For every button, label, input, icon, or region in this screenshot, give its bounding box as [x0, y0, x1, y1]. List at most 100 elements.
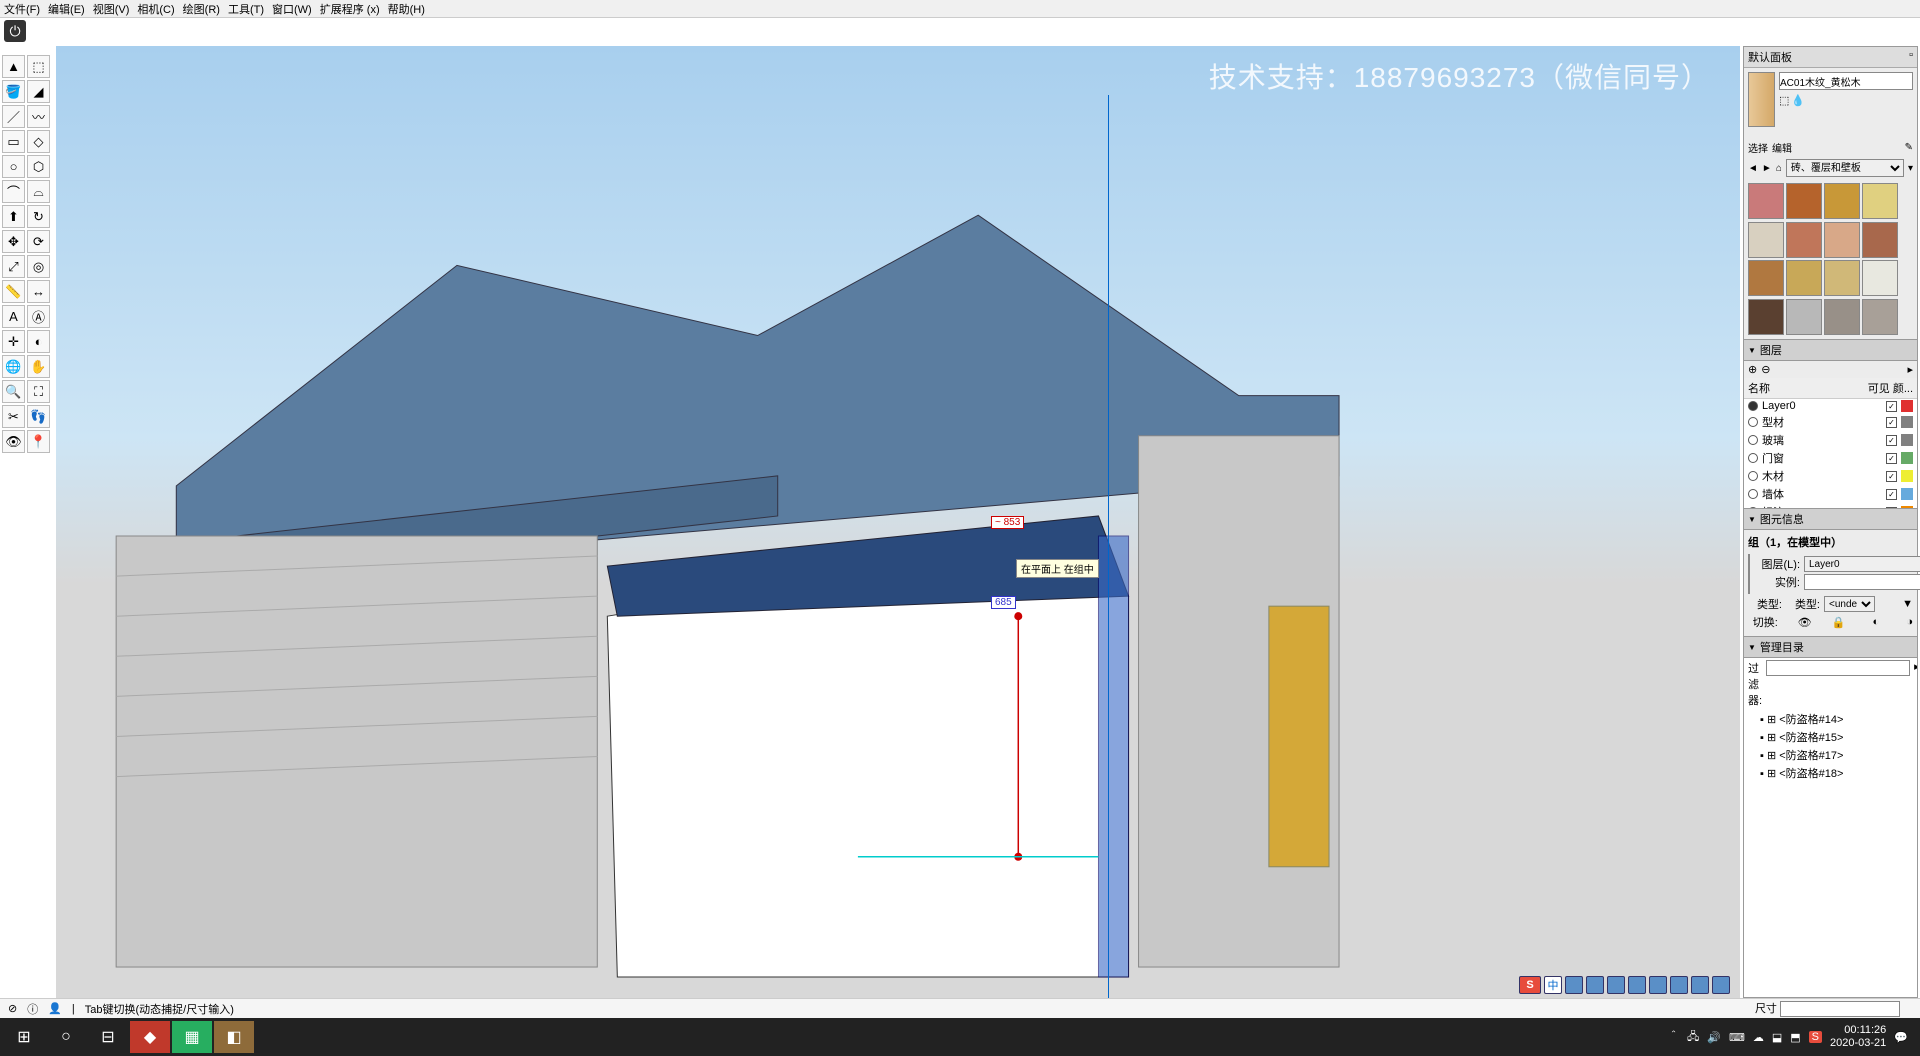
power-icon[interactable]: ⏻ [4, 20, 26, 42]
menu-ext[interactable]: 扩展程序 (x) [320, 1, 380, 17]
layer-visible[interactable]: ✓ [1886, 489, 1897, 500]
nav-back-icon[interactable]: ◄ [1748, 163, 1758, 174]
menu-window[interactable]: 窗口(W) [272, 1, 312, 17]
mat-create-icon[interactable]: ⬚ [1779, 94, 1789, 107]
mat-menu-icon[interactable]: ▾ [1908, 163, 1913, 174]
layer-visible[interactable]: ✓ [1886, 417, 1897, 428]
section-tool[interactable]: ✂ [2, 405, 25, 428]
notif-icon[interactable]: 💬 [1894, 1031, 1908, 1044]
tray-misc2[interactable]: ⬓ [1772, 1031, 1782, 1044]
outliner-filter[interactable] [1766, 660, 1910, 676]
follow-tool[interactable]: ↻ [27, 205, 50, 228]
material-swatch-0[interactable] [1748, 183, 1784, 219]
text3d-tool[interactable]: Ⓐ [27, 305, 50, 328]
move-tool[interactable]: ✥ [2, 230, 25, 253]
layer-row[interactable]: Layer0✓ [1744, 399, 1917, 413]
layer-color[interactable] [1901, 470, 1913, 482]
layer-row[interactable]: 型材✓ [1744, 413, 1917, 431]
clock[interactable]: 00:11:262020-03-21 [1830, 1024, 1886, 1050]
menu-draw[interactable]: 绘图(R) [183, 1, 220, 17]
dim-tool[interactable]: ↔ [27, 280, 50, 303]
layer-visible[interactable]: ✓ [1886, 453, 1897, 464]
material-swatch-13[interactable] [1786, 299, 1822, 335]
layer-radio[interactable] [1748, 489, 1758, 499]
rect-tool[interactable]: ▭ [2, 130, 25, 153]
info-icon[interactable]: ⓘ [27, 1001, 38, 1017]
app2-icon[interactable]: ▦ [172, 1021, 212, 1053]
vb5[interactable] [1628, 976, 1646, 994]
tray-misc3[interactable]: ⬒ [1790, 1031, 1800, 1044]
layer-radio[interactable] [1748, 401, 1758, 411]
eraser-tool[interactable]: ◢ [27, 80, 50, 103]
entity-type[interactable]: <unde [1824, 596, 1875, 612]
offset-tool[interactable]: ◎ [27, 255, 50, 278]
material-category[interactable]: 砖、覆层和壁板 [1786, 159, 1904, 177]
tray-net-icon[interactable]: 🖧 [1687, 1028, 1699, 1047]
material-swatch-8[interactable] [1748, 260, 1784, 296]
material-swatch-15[interactable] [1862, 299, 1898, 335]
menu-file[interactable]: 文件(F) [4, 1, 40, 17]
app3-icon[interactable]: ◧ [214, 1021, 254, 1053]
outliner-menu-icon[interactable]: ▸ [1914, 660, 1917, 708]
tray-up-icon[interactable]: ＾ [1668, 1029, 1679, 1045]
scale-tool[interactable]: ⤢ [2, 255, 25, 278]
outliner-item[interactable]: ▪ ⊞ <防盗格#18> [1744, 764, 1917, 782]
freehand-tool[interactable]: 〰 [27, 105, 50, 128]
material-swatch-12[interactable] [1748, 299, 1784, 335]
toggle-lock-icon[interactable]: 🔒 [1816, 616, 1846, 629]
material-swatch-10[interactable] [1824, 260, 1860, 296]
rotate-tool[interactable]: ⟳ [27, 230, 50, 253]
layer-color[interactable] [1901, 416, 1913, 428]
cortana-icon[interactable]: ○ [46, 1021, 86, 1053]
layer-color[interactable] [1901, 452, 1913, 464]
vb3[interactable] [1586, 976, 1604, 994]
material-swatch-4[interactable] [1748, 222, 1784, 258]
layer-row[interactable]: 玻璃✓ [1744, 431, 1917, 449]
outliner-item[interactable]: ▪ ⊞ <防盗格#15> [1744, 728, 1917, 746]
layer-color[interactable] [1901, 434, 1913, 446]
protractor-tool[interactable]: ◐ [27, 330, 50, 353]
toggle-shadow2-icon[interactable]: ◑ [1883, 616, 1913, 628]
vb9[interactable] [1712, 976, 1730, 994]
arc2-tool[interactable]: ⌓ [27, 180, 50, 203]
entity-layer[interactable]: Layer0 [1804, 556, 1920, 572]
component-tool[interactable]: ⬚ [27, 55, 50, 78]
menu-view[interactable]: 视图(V) [93, 1, 130, 17]
polygon-tool[interactable]: ⬡ [27, 155, 50, 178]
material-swatch-3[interactable] [1862, 183, 1898, 219]
arc-tool[interactable]: ⌒ [2, 180, 25, 203]
layer-color[interactable] [1901, 400, 1913, 412]
entity-instance[interactable] [1804, 574, 1920, 590]
zoom-tool[interactable]: 🔍 [2, 380, 25, 403]
material-swatch-11[interactable] [1862, 260, 1898, 296]
viewport[interactable]: 技术支持：18879693273（微信同号） ~ 853 685 在平面上 在组… [56, 46, 1740, 1026]
layer-row[interactable]: 门窗✓ [1744, 449, 1917, 467]
tray-misc1[interactable]: ☁ [1753, 1031, 1764, 1044]
material-swatch-6[interactable] [1824, 222, 1860, 258]
toggle-hide-icon[interactable]: 👁 [1782, 616, 1812, 629]
layer-visible[interactable]: ✓ [1886, 471, 1897, 482]
zoomext-tool[interactable]: ⛶ [27, 380, 50, 403]
layers-header[interactable]: 图层 [1744, 339, 1917, 361]
select-tool[interactable]: ▲ [2, 55, 25, 78]
start-button[interactable]: ⊞ [4, 1021, 44, 1053]
mat-edit-btn[interactable]: 编辑 [1772, 140, 1792, 155]
tray-vol-icon[interactable]: 🔊 [1707, 1031, 1721, 1044]
orbit-tool[interactable]: 🌐 [2, 355, 25, 378]
menu-tools[interactable]: 工具(T) [228, 1, 264, 17]
mat-pick-icon[interactable]: 💧 [1791, 94, 1805, 107]
material-swatch-14[interactable] [1824, 299, 1860, 335]
layer-radio[interactable] [1748, 417, 1758, 427]
vb6[interactable] [1649, 976, 1667, 994]
layer-add-icon[interactable]: ⊕ [1748, 363, 1757, 376]
layer-color[interactable] [1901, 488, 1913, 500]
layer-row[interactable]: 木材✓ [1744, 467, 1917, 485]
layer-del-icon[interactable]: ⊖ [1761, 363, 1770, 376]
menu-help[interactable]: 帮助(H) [388, 1, 425, 17]
push-tool[interactable]: ⬆ [2, 205, 25, 228]
position-tool[interactable]: 📍 [27, 430, 50, 453]
user-icon[interactable]: 👤 [48, 1002, 62, 1015]
tape-tool[interactable]: 📏 [2, 280, 25, 303]
taskview-icon[interactable]: ⊟ [88, 1021, 128, 1053]
layer-radio[interactable] [1748, 471, 1758, 481]
